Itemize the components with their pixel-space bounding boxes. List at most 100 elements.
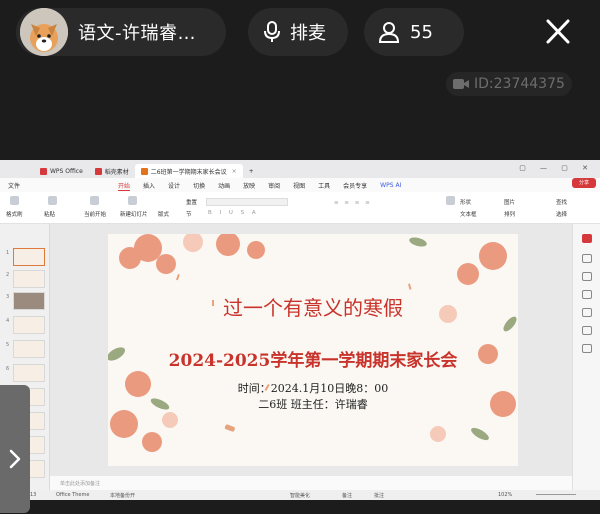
property-icon[interactable] (582, 254, 592, 263)
window-controls[interactable]: ▢ — ▢ ✕ (519, 164, 594, 172)
chevron-right-icon (9, 449, 21, 469)
menu-home-label: 开始 (118, 182, 131, 191)
thumb-number: 6 (6, 366, 10, 372)
slide-thumbnail[interactable] (13, 292, 45, 310)
thumb-number: 5 (6, 342, 10, 348)
history-icon[interactable] (582, 326, 592, 335)
format-painter-icon (10, 196, 19, 205)
microphone-icon (264, 21, 280, 42)
arrange-button[interactable]: 排列 (504, 210, 515, 218)
tab-label: 稻壳素材 (104, 168, 129, 176)
slide-thumbnail[interactable] (13, 340, 45, 358)
slide-thumbnail[interactable] (13, 316, 45, 334)
slide-subtitle[interactable]: 2024-2025学年第一学期期末家长会 (108, 346, 518, 371)
menu-slideshow[interactable]: 放映 (243, 181, 255, 190)
share-button[interactable]: 分享 (572, 178, 596, 188)
close-button[interactable] (538, 14, 578, 50)
menu-wps-ai[interactable]: WPS AI (380, 182, 401, 189)
viewer-count-button[interactable]: 55 (364, 8, 464, 56)
menu-review[interactable]: 审阅 (268, 181, 280, 190)
reset-button[interactable]: 重置 (186, 198, 197, 206)
shared-wps-window: WPS Office 稻壳素材 二6班第一学期期末家长会议 × + ▢ — ▢ … (0, 160, 600, 500)
notes-area[interactable]: 单击此处添加备注 (50, 476, 572, 490)
font-style-buttons[interactable]: B I U S A (208, 210, 259, 216)
status-bar: 13 Office Theme 本地备份开 智能美化 备注 批注 102% (0, 490, 600, 500)
tab-docer[interactable]: 稻壳素材 (89, 164, 135, 178)
slide-editing-canvas: 过一个有意义的寒假 2024-2025学年第一学期期末家长会 时间：2024.1… (50, 224, 572, 476)
tab-presentation[interactable]: 二6班第一学期期末家长会议 × (134, 164, 243, 178)
start-current-button[interactable]: 当前开始 (84, 210, 106, 218)
mic-queue-button[interactable]: 排麦 (248, 8, 348, 56)
find-button[interactable]: 查找 (556, 198, 567, 206)
wps-menu-bar: 文件 开始 插入 设计 切换 动画 放映 审阅 视图 工具 会员专享 WPS A… (0, 178, 600, 192)
format-pane-icon[interactable] (582, 290, 592, 299)
menu-design[interactable]: 设计 (168, 181, 180, 190)
slide-thumbnail[interactable] (13, 248, 45, 266)
thumb-number: 2 (6, 272, 10, 278)
paste-button[interactable]: 粘贴 (44, 210, 55, 218)
theme-name[interactable]: Office Theme (56, 492, 89, 498)
live-stream-screen: { "live": { "host_name": "语文-许瑞睿…", "mic… (0, 0, 600, 514)
select-button[interactable]: 选择 (556, 210, 567, 218)
side-panel-toggle[interactable] (0, 385, 30, 513)
shape-icon (446, 196, 455, 205)
close-icon (546, 19, 570, 44)
smart-beautify-button[interactable]: 智能美化 (290, 492, 310, 499)
new-slide-button[interactable]: 新建幻灯片 (120, 210, 148, 218)
picture-button[interactable]: 图片 (504, 198, 515, 206)
share-pane-icon[interactable] (582, 344, 592, 353)
textbox-button[interactable]: 文本框 (460, 210, 477, 218)
menu-transition[interactable]: 切换 (193, 181, 205, 190)
host-info-pill[interactable]: 语文-许瑞睿… (16, 8, 226, 56)
format-painter-button[interactable]: 格式刷 (6, 210, 23, 218)
menu-file[interactable]: 文件 (8, 181, 20, 190)
wps-tab-bar: WPS Office 稻壳素材 二6班第一学期期末家长会议 × + ▢ — ▢ … (0, 160, 600, 178)
dog-avatar-icon (20, 8, 68, 56)
presentation-file-icon (140, 167, 148, 175)
current-slide[interactable]: 过一个有意义的寒假 2024-2025学年第一学期期末家长会 时间：2024.1… (108, 234, 518, 466)
new-slide-icon (128, 196, 137, 205)
tab-close-icon[interactable]: × (232, 168, 237, 175)
paragraph-buttons[interactable]: ≡ ≡ ≡ ≡ (334, 200, 372, 206)
docer-icon (94, 167, 102, 175)
slide-class-teacher[interactable]: 二6班 班主任：许瑞睿 (108, 396, 518, 412)
comments-toggle[interactable]: 批注 (374, 492, 384, 499)
ai-tool-icon[interactable] (582, 234, 592, 243)
room-id: ID:23744375 (474, 76, 565, 92)
menu-animation[interactable]: 动画 (218, 181, 230, 190)
thumb-number: 1 (6, 250, 10, 256)
play-icon (90, 196, 99, 205)
menu-member[interactable]: 会员专享 (343, 181, 367, 190)
notes-toggle[interactable]: 备注 (342, 492, 352, 499)
font-name-field[interactable] (206, 198, 288, 206)
host-avatar[interactable] (20, 8, 68, 56)
backup-status[interactable]: 本地备份开 (110, 492, 135, 499)
menu-tools[interactable]: 工具 (318, 181, 330, 190)
animation-pane-icon[interactable] (582, 272, 592, 281)
menu-insert[interactable]: 插入 (143, 181, 155, 190)
right-tool-bar (572, 224, 600, 490)
tab-label: 二6班第一学期期末家长会议 (150, 168, 227, 176)
room-id-badge: ID:23744375 (446, 72, 572, 96)
slide-thumbnail[interactable] (13, 364, 45, 382)
video-camera-icon (453, 79, 469, 89)
shape-button[interactable]: 形状 (460, 198, 471, 206)
menu-home[interactable]: 开始 (118, 181, 131, 191)
slide-title[interactable]: 过一个有意义的寒假 (108, 292, 518, 321)
wps-logo-icon (40, 167, 47, 175)
menu-view[interactable]: 视图 (293, 181, 305, 190)
section-button[interactable]: 节 (186, 210, 192, 218)
mic-queue-label: 排麦 (290, 23, 326, 44)
slide-thumbnail[interactable] (13, 270, 45, 288)
layout-button[interactable]: 版式 (158, 210, 169, 218)
thumb-number: 4 (6, 318, 10, 324)
thumb-number: 3 (6, 294, 10, 300)
tab-wps-office[interactable]: WPS Office (34, 164, 89, 178)
new-tab-button[interactable]: + (243, 164, 260, 178)
slide-time[interactable]: 时间：2024.1月10日晚8：00 (108, 380, 518, 396)
viewer-count: 55 (410, 21, 433, 43)
ribbon-toolbar: 格式刷 粘贴 当前开始 新建幻灯片 版式 重置 节 B I U S A ≡ ≡ … (0, 178, 600, 224)
zoom-slider[interactable] (536, 494, 576, 495)
layers-icon[interactable] (582, 308, 592, 317)
zoom-level[interactable]: 102% (498, 492, 512, 498)
